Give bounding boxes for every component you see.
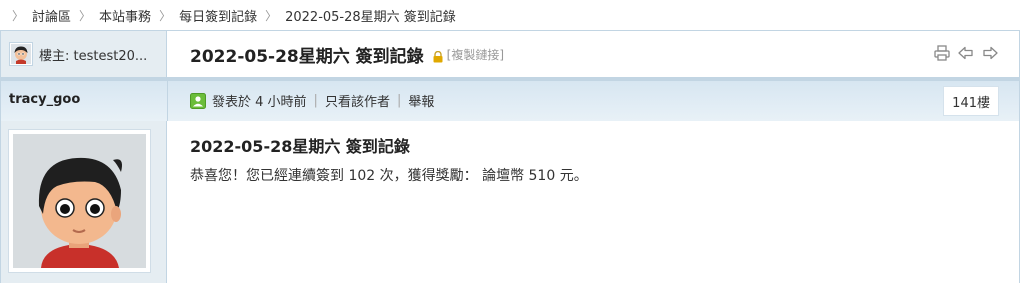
floor-number[interactable]: 141樓 bbox=[943, 86, 999, 116]
column-divider bbox=[167, 81, 168, 121]
post-content: 2022-05-28星期六 簽到記錄 恭喜您！您已經連續簽到 102 次，獲得獎… bbox=[168, 121, 1019, 283]
post-body: 恭喜您！您已經連續簽到 102 次，獲得獎勵： 論壇幣 510 元。 bbox=[190, 168, 588, 184]
prev-thread-icon[interactable] bbox=[957, 44, 975, 62]
author-sidebar bbox=[1, 121, 167, 283]
post-meta: 發表於 4 小時前 | 只看該作者 | 舉報 bbox=[190, 91, 434, 110]
thread-tools bbox=[933, 44, 999, 62]
meta-divider: | bbox=[313, 93, 318, 108]
host-label[interactable]: 樓主: testest20... bbox=[39, 45, 147, 64]
post-frame: 樓主: testest20... 2022-05-28星期六 簽到記錄 [複製鏈… bbox=[0, 30, 1020, 283]
meta-divider: | bbox=[396, 93, 402, 108]
breadcrumb-separator: 〉 bbox=[12, 8, 25, 23]
author-avatar[interactable] bbox=[8, 129, 151, 273]
breadcrumb-separator: 〉 bbox=[159, 8, 172, 23]
breadcrumb-daily-checkin[interactable]: 每日簽到記錄 bbox=[179, 6, 257, 25]
thread-title: 2022-05-28星期六 簽到記錄 bbox=[190, 46, 424, 67]
copy-link-button[interactable]: [複製鏈接] bbox=[447, 46, 504, 63]
post-time: 發表於 4 小時前 bbox=[212, 95, 307, 110]
post-author-bar: tracy_goo 發表於 4 小時前 | 只看該作者 | 舉報 141樓 bbox=[1, 81, 1019, 121]
post-title: 2022-05-28星期六 簽到記錄 bbox=[190, 137, 410, 156]
breadcrumb-current: 2022-05-28星期六 簽到記錄 bbox=[285, 9, 456, 25]
lock-icon bbox=[432, 48, 444, 63]
breadcrumb-separator: 〉 bbox=[265, 8, 278, 23]
next-thread-icon[interactable] bbox=[981, 44, 999, 62]
thread-host: 樓主: testest20... bbox=[1, 31, 167, 77]
host-avatar[interactable] bbox=[9, 42, 33, 66]
breadcrumb-forum[interactable]: 討論區 bbox=[32, 6, 71, 25]
author-name[interactable]: tracy_goo bbox=[9, 92, 80, 107]
online-status-icon bbox=[190, 92, 206, 109]
thread-header: 2022-05-28星期六 簽到記錄 [複製鏈接] bbox=[168, 31, 1019, 77]
print-icon[interactable] bbox=[933, 44, 951, 62]
breadcrumb-separator: 〉 bbox=[79, 8, 92, 23]
breadcrumb: 〉 討論區 〉 本站事務 〉 每日簽到記錄 〉 2022-05-28星期六 簽到… bbox=[0, 0, 1024, 30]
breadcrumb-site-affairs[interactable]: 本站事務 bbox=[99, 6, 151, 25]
only-author-link[interactable]: 只看該作者 bbox=[325, 91, 390, 110]
report-link[interactable]: 舉報 bbox=[408, 91, 434, 110]
